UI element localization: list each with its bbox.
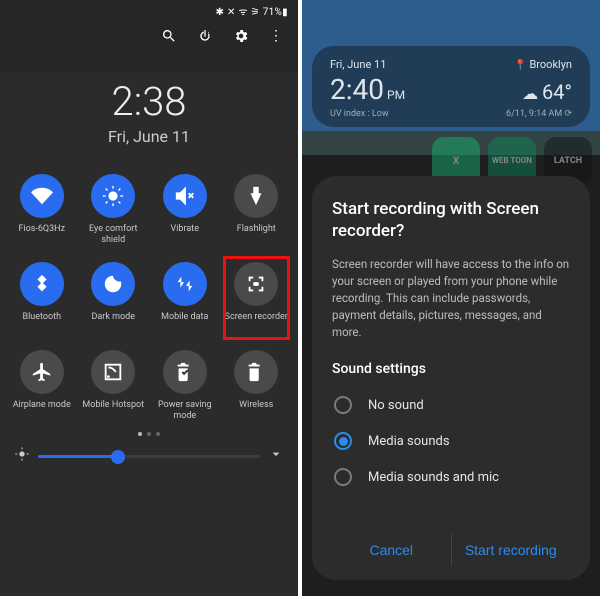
brightness-low-icon: [14, 446, 30, 466]
tile-label: Eye comfort shield: [80, 224, 148, 246]
tile-icon: [163, 350, 207, 394]
radio-icon: [334, 432, 352, 450]
tile-icon: [20, 174, 64, 218]
cancel-button[interactable]: Cancel: [332, 534, 451, 566]
weather-temp: 64°: [542, 80, 572, 104]
qs-tile-power-saving-mode[interactable]: Power saving mode: [149, 344, 221, 428]
tile-label: Wireless: [239, 400, 273, 422]
qs-tile-mobile-hotspot[interactable]: Mobile Hotspot: [78, 344, 150, 428]
option-label: Media sounds: [368, 434, 450, 449]
tile-label: Fios-6Q3Hz: [18, 224, 65, 246]
tile-icon: [91, 174, 135, 218]
tile-icon: [234, 350, 278, 394]
tile-icon: [91, 262, 135, 306]
tile-icon: [163, 174, 207, 218]
weather-card: Fri, June 11 📍 Brooklyn 2:40PM ☁ 64° UV …: [312, 46, 590, 127]
tile-icon: [91, 350, 135, 394]
uv-index: UV index : Low: [330, 109, 389, 119]
location-pin-icon: 📍: [514, 60, 526, 71]
qs-tile-flashlight[interactable]: Flashlight: [221, 168, 293, 252]
clock-block: 2:38 Fri, June 11: [0, 78, 298, 146]
radio-icon: [334, 396, 352, 414]
status-bar-right: [302, 0, 600, 22]
weather-location: Brooklyn: [529, 58, 572, 71]
dialog-body: Screen recorder will have access to the …: [332, 256, 570, 341]
brightness-slider[interactable]: [38, 455, 260, 458]
tile-label: Mobile data: [161, 312, 208, 334]
tile-icon: [234, 174, 278, 218]
qs-tile-wireless[interactable]: Wireless: [221, 344, 293, 428]
tile-label: Airplane mode: [13, 400, 71, 422]
sound-settings-title: Sound settings: [332, 361, 570, 377]
quick-settings-tiles: Fios-6Q3Hz Eye comfort shield Vibrate Flash…: [0, 164, 298, 428]
tile-label: Flashlight: [237, 224, 276, 246]
tile-icon: [234, 262, 278, 306]
qs-tile-fios-6q3hz[interactable]: Fios-6Q3Hz: [6, 168, 78, 252]
tile-label: Vibrate: [171, 224, 199, 246]
tile-icon: [20, 262, 64, 306]
tile-label: Dark mode: [91, 312, 135, 334]
screen-recorder-dialog: Start recording with Screen recorder? Sc…: [312, 176, 590, 580]
tile-label: Bluetooth: [22, 312, 61, 334]
more-icon[interactable]: ⋮: [269, 28, 284, 48]
sound-option[interactable]: Media sounds and mic: [332, 459, 570, 495]
status-bar: ✱ ✕ ᯤ ⚞ 71%▮: [0, 0, 298, 22]
clock-date: Fri, June 11: [0, 127, 298, 146]
clock-time: 2:38: [0, 78, 298, 125]
radio-icon: [334, 468, 352, 486]
qs-tile-vibrate[interactable]: Vibrate: [149, 168, 221, 252]
brightness-row: [0, 436, 298, 466]
dialog-actions: Cancel Start recording: [332, 524, 570, 568]
qs-tile-mobile-data[interactable]: Mobile data: [149, 256, 221, 340]
start-recording-button[interactable]: Start recording: [452, 534, 571, 566]
power-icon[interactable]: [197, 28, 213, 48]
tile-icon: [163, 262, 207, 306]
qs-tile-airplane-mode[interactable]: Airplane mode: [6, 344, 78, 428]
tile-label: Power saving mode: [151, 400, 219, 422]
option-label: No sound: [368, 398, 424, 413]
tile-label: Mobile Hotspot: [82, 400, 144, 422]
quick-settings-panel: ✱ ✕ ᯤ ⚞ 71%▮ ⋮ 2:38 Fri, June 11 Fios-6Q…: [0, 0, 298, 596]
status-icons: ✱ ✕ ᯤ ⚞ 71%▮: [216, 4, 288, 18]
option-label: Media sounds and mic: [368, 470, 499, 485]
qs-tile-screen-recorder[interactable]: Screen recorder: [221, 256, 293, 340]
lock-time: 2:40: [330, 73, 384, 106]
weather-date: Fri, June 11: [330, 58, 386, 71]
tile-icon: [20, 350, 64, 394]
search-icon[interactable]: [161, 28, 177, 48]
chevron-down-icon[interactable]: [268, 446, 284, 466]
sound-option[interactable]: No sound: [332, 387, 570, 423]
qs-tile-eye-comfort-shield[interactable]: Eye comfort shield: [78, 168, 150, 252]
tile-label: Screen recorder: [225, 312, 288, 334]
lockscreen-panel: Fri, June 11 📍 Brooklyn 2:40PM ☁ 64° UV …: [302, 0, 600, 596]
weather-updated: 6/11, 9:14 AM ⟳: [506, 109, 572, 119]
dialog-title: Start recording with Screen recorder?: [332, 198, 570, 242]
quick-settings-toolbar: ⋮: [0, 22, 298, 50]
qs-tile-bluetooth[interactable]: Bluetooth: [6, 256, 78, 340]
sound-option[interactable]: Media sounds: [332, 423, 570, 459]
gear-icon[interactable]: [233, 28, 249, 48]
cloud-icon: ☁: [522, 84, 538, 103]
lock-ampm: PM: [387, 88, 405, 102]
qs-tile-dark-mode[interactable]: Dark mode: [78, 256, 150, 340]
